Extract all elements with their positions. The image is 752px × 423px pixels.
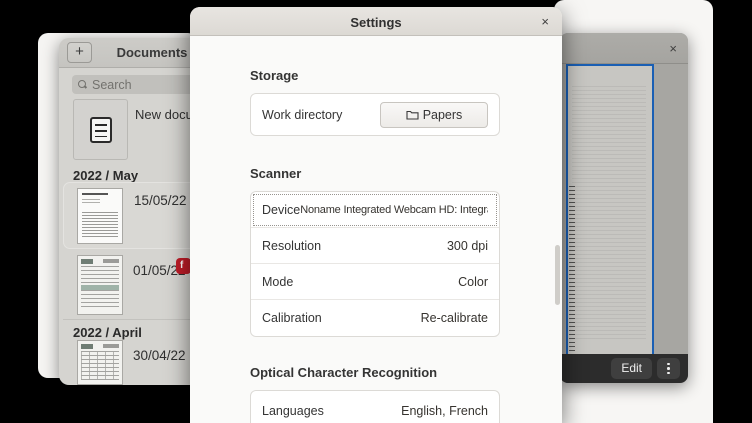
page-text-faint — [572, 86, 646, 341]
viewer-headerbar: × — [560, 33, 688, 64]
storage-card: Work directory Papers — [250, 93, 500, 136]
dialog-scrollbar[interactable] — [555, 245, 560, 305]
work-directory-button[interactable]: Papers — [380, 102, 488, 128]
work-directory-row: Work directory Papers — [251, 94, 499, 135]
scan-page-preview — [566, 64, 654, 383]
close-icon[interactable]: × — [669, 42, 677, 55]
resolution-row[interactable]: Resolution 300 dpi — [251, 228, 499, 264]
resolution-value: 300 dpi — [321, 239, 488, 253]
calibration-label: Calibration — [262, 311, 322, 325]
section-ocr: Optical Character Recognition — [250, 365, 500, 380]
scanner-card: Device Noname Integrated Webcam HD: Inte… — [250, 191, 500, 337]
calibration-row[interactable]: Calibration Re-calibrate — [251, 300, 499, 336]
new-document-thumbnail[interactable] — [73, 99, 128, 160]
viewer-action-bar: Edit — [560, 354, 688, 383]
document-tag-badge: f — [176, 258, 191, 274]
device-row[interactable]: Device Noname Integrated Webcam HD: Inte… — [251, 192, 499, 228]
device-label: Device — [262, 203, 300, 217]
resolution-label: Resolution — [262, 239, 321, 253]
search-placeholder: Search — [92, 78, 132, 92]
languages-label: Languages — [262, 404, 324, 418]
search-icon — [78, 80, 87, 89]
mode-value: Color — [293, 275, 488, 289]
mode-row[interactable]: Mode Color — [251, 264, 499, 300]
settings-dialog: Settings × Storage Work directory Papers… — [190, 7, 562, 423]
calibration-value: Re-calibrate — [322, 311, 488, 325]
document-thumbnail — [77, 188, 123, 244]
group-header-may: 2022 / May — [73, 168, 138, 183]
document-date-label: 15/05/22 — [134, 193, 187, 208]
languages-row[interactable]: Languages English, French — [251, 391, 499, 423]
group-header-april: 2022 / April — [73, 325, 142, 340]
section-scanner: Scanner — [250, 166, 500, 181]
kebab-menu-button[interactable] — [657, 358, 680, 379]
document-date-label: 30/04/22 — [133, 348, 186, 363]
close-icon[interactable]: × — [541, 15, 549, 28]
settings-title: Settings — [190, 15, 562, 30]
document-thumbnail — [77, 255, 123, 315]
document-thumbnail — [77, 340, 123, 385]
section-storage: Storage — [250, 68, 500, 83]
folder-icon — [406, 109, 419, 120]
document-icon — [90, 117, 112, 143]
new-document-button[interactable]: + — [67, 42, 92, 63]
device-value: Noname Integrated Webcam HD: Integrate — [300, 204, 488, 216]
edit-button[interactable]: Edit — [611, 358, 652, 379]
work-directory-value: Papers — [423, 108, 463, 122]
languages-value: English, French — [324, 404, 488, 418]
viewer-window: × Edit — [560, 33, 688, 383]
desktop: + Documents Search New document 2022 / M… — [0, 0, 752, 423]
settings-titlebar: Settings × — [190, 7, 562, 36]
mode-label: Mode — [262, 275, 293, 289]
page-text-column — [569, 186, 575, 356]
ocr-card: Languages English, French — [250, 390, 500, 423]
settings-body: Storage Work directory Papers Scanner De… — [190, 68, 562, 423]
work-directory-label: Work directory — [262, 108, 342, 122]
